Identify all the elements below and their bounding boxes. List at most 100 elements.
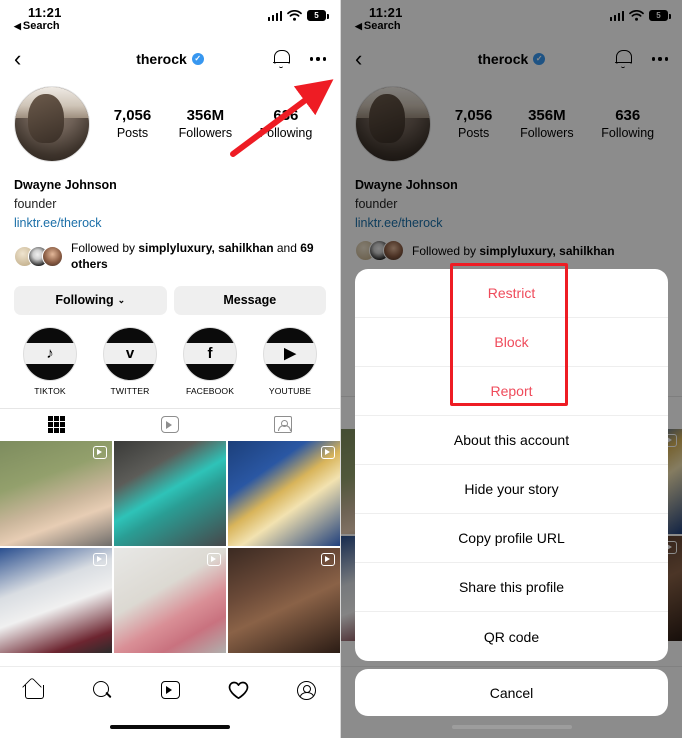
more-options-icon[interactable] [309, 57, 326, 61]
nav-activity-button[interactable] [204, 681, 272, 700]
highlight-facebook[interactable]: f FACEBOOK [170, 326, 250, 396]
post-thumbnail[interactable] [228, 547, 340, 653]
post-thumbnail[interactable] [114, 547, 226, 653]
post-thumbnail[interactable] [228, 440, 340, 546]
back-button[interactable]: ‹ [14, 48, 21, 70]
followed-by-mid: and [273, 241, 301, 256]
post-thumbnail[interactable] [114, 440, 226, 546]
highlight-label: FACEBOOK [185, 385, 235, 396]
stat-following[interactable]: 636 Following [259, 107, 312, 141]
followed-by-avatars [14, 245, 63, 267]
profile-category: founder [14, 196, 57, 211]
reels-icon [160, 416, 179, 434]
followed-by-prefix: Followed by [71, 241, 139, 256]
chevron-down-icon: ⌄ [117, 294, 126, 305]
status-back-to-search[interactable]: ◀ Search [14, 20, 62, 33]
following-button[interactable]: Following ⌄ [14, 285, 167, 315]
stat-following-value: 636 [273, 106, 299, 124]
sheet-item-qr-code[interactable]: QR code [355, 612, 668, 661]
post-thumbnail[interactable] [0, 547, 112, 653]
reel-badge-icon [207, 552, 221, 566]
bottom-nav-bar [0, 666, 340, 738]
stat-posts-label: Posts [116, 125, 149, 140]
stat-followers[interactable]: 356M Followers [179, 107, 233, 141]
followed-by-names: simplyluxury, sahilkhan [138, 241, 274, 256]
stat-posts-value: 7,056 [113, 106, 152, 124]
post-thumbnail[interactable] [0, 440, 112, 546]
highlight-twitter[interactable]: ᴠ TWITTER [90, 326, 170, 396]
highlight-label: TWITTER [110, 385, 150, 396]
search-icon [92, 680, 112, 700]
cellular-bars-icon [267, 11, 282, 21]
story-highlights: ♪ TIKTOK ᴠ TWITTER f FACEBOOK ▶ YOUTUBE [0, 315, 340, 396]
sheet-item-restrict[interactable]: Restrict [355, 269, 668, 318]
reel-badge-icon [321, 552, 335, 566]
sheet-item-report[interactable]: Report [355, 367, 668, 416]
reels-tab[interactable] [113, 409, 226, 441]
sheet-item-share-this-profile[interactable]: Share this profile [355, 563, 668, 612]
action-sheet-list: Restrict Block Report About this account… [355, 269, 668, 661]
reel-badge-icon [93, 552, 107, 566]
status-time: 11:21 [28, 5, 62, 20]
twitter-icon: ᴠ [103, 326, 157, 381]
sheet-item-block[interactable]: Block [355, 318, 668, 367]
phone-screen-profile: 11:21 ◀ Search 5 ‹ therock ✓ 7,056 Posts… [0, 0, 341, 738]
profile-link[interactable]: linktr.ee/therock [14, 214, 326, 233]
bell-icon[interactable] [272, 49, 291, 69]
home-icon [24, 681, 44, 699]
facebook-icon: f [183, 326, 237, 381]
back-triangle-icon: ◀ [14, 20, 21, 31]
home-indicator [110, 724, 230, 729]
stat-following-label: Following [259, 125, 313, 140]
nav-search-button[interactable] [68, 680, 136, 700]
message-button-label: Message [223, 293, 277, 308]
reel-badge-icon [321, 445, 335, 459]
profile-username: therock [136, 51, 187, 67]
message-button[interactable]: Message [173, 285, 326, 315]
grid-icon [48, 416, 66, 434]
wifi-icon [287, 10, 302, 21]
highlight-label: TIKTOK [34, 385, 66, 396]
battery-icon: 5 [307, 10, 329, 21]
nav-actions [272, 49, 326, 69]
post-grid [0, 440, 340, 653]
profile-action-buttons: Following ⌄ Message [0, 273, 340, 315]
youtube-icon: ▶ [263, 326, 317, 381]
tiktok-icon: ♪ [23, 326, 77, 381]
grid-tab[interactable] [0, 409, 113, 441]
tagged-tab[interactable] [227, 409, 340, 441]
home-indicator [451, 724, 572, 729]
profile-stats: 7,056 Posts 356M Followers 636 Following [90, 107, 326, 141]
highlight-tiktok[interactable]: ♪ TIKTOK [10, 326, 90, 396]
stat-followers-label: Followers [178, 125, 233, 140]
status-bar-left: 11:21 ◀ Search [14, 6, 62, 32]
profile-display-name: Dwayne Johnson [14, 178, 117, 192]
stat-posts[interactable]: 7,056 Posts [114, 107, 152, 141]
bottom-nav-icons [0, 667, 340, 713]
cancel-button[interactable]: Cancel [355, 669, 668, 716]
followed-by-text: Followed by simplyluxury, sahilkhan and … [71, 240, 326, 272]
highlight-label: YOUTUBE [268, 385, 312, 396]
left-panel-content: 11:21 ◀ Search 5 ‹ therock ✓ 7,056 Posts… [0, 0, 340, 738]
profile-icon [296, 680, 316, 700]
profile-summary-row: 7,056 Posts 356M Followers 636 Following [0, 78, 340, 162]
battery-level-text: 5 [314, 11, 319, 20]
status-bar-right: 5 [267, 6, 329, 21]
avatar[interactable] [14, 86, 90, 162]
nav-reels-button[interactable] [136, 681, 204, 699]
phone-screen-action-sheet: 11:21 ◀ Search 5 ‹ therock ✓ 7,056 Posts… [341, 0, 682, 738]
sheet-item-copy-profile-url[interactable]: Copy profile URL [355, 514, 668, 563]
heart-icon [228, 681, 248, 699]
nav-bar: ‹ therock ✓ [0, 40, 340, 78]
comparison-stage: 11:21 ◀ Search 5 ‹ therock ✓ 7,056 Posts… [0, 0, 682, 738]
tagged-icon [274, 416, 293, 434]
followed-by-row[interactable]: Followed by simplyluxury, sahilkhan and … [0, 232, 340, 272]
nav-profile-button[interactable] [272, 680, 340, 700]
reels-icon [160, 681, 180, 699]
stat-followers-value: 356M [186, 106, 225, 124]
sheet-item-hide-your-story[interactable]: Hide your story [355, 465, 668, 514]
profile-bio: Dwayne Johnson founder linktr.ee/therock [0, 162, 340, 232]
highlight-youtube[interactable]: ▶ YOUTUBE [250, 326, 330, 396]
nav-home-button[interactable] [0, 681, 68, 699]
sheet-item-about-this-account[interactable]: About this account [355, 416, 668, 465]
